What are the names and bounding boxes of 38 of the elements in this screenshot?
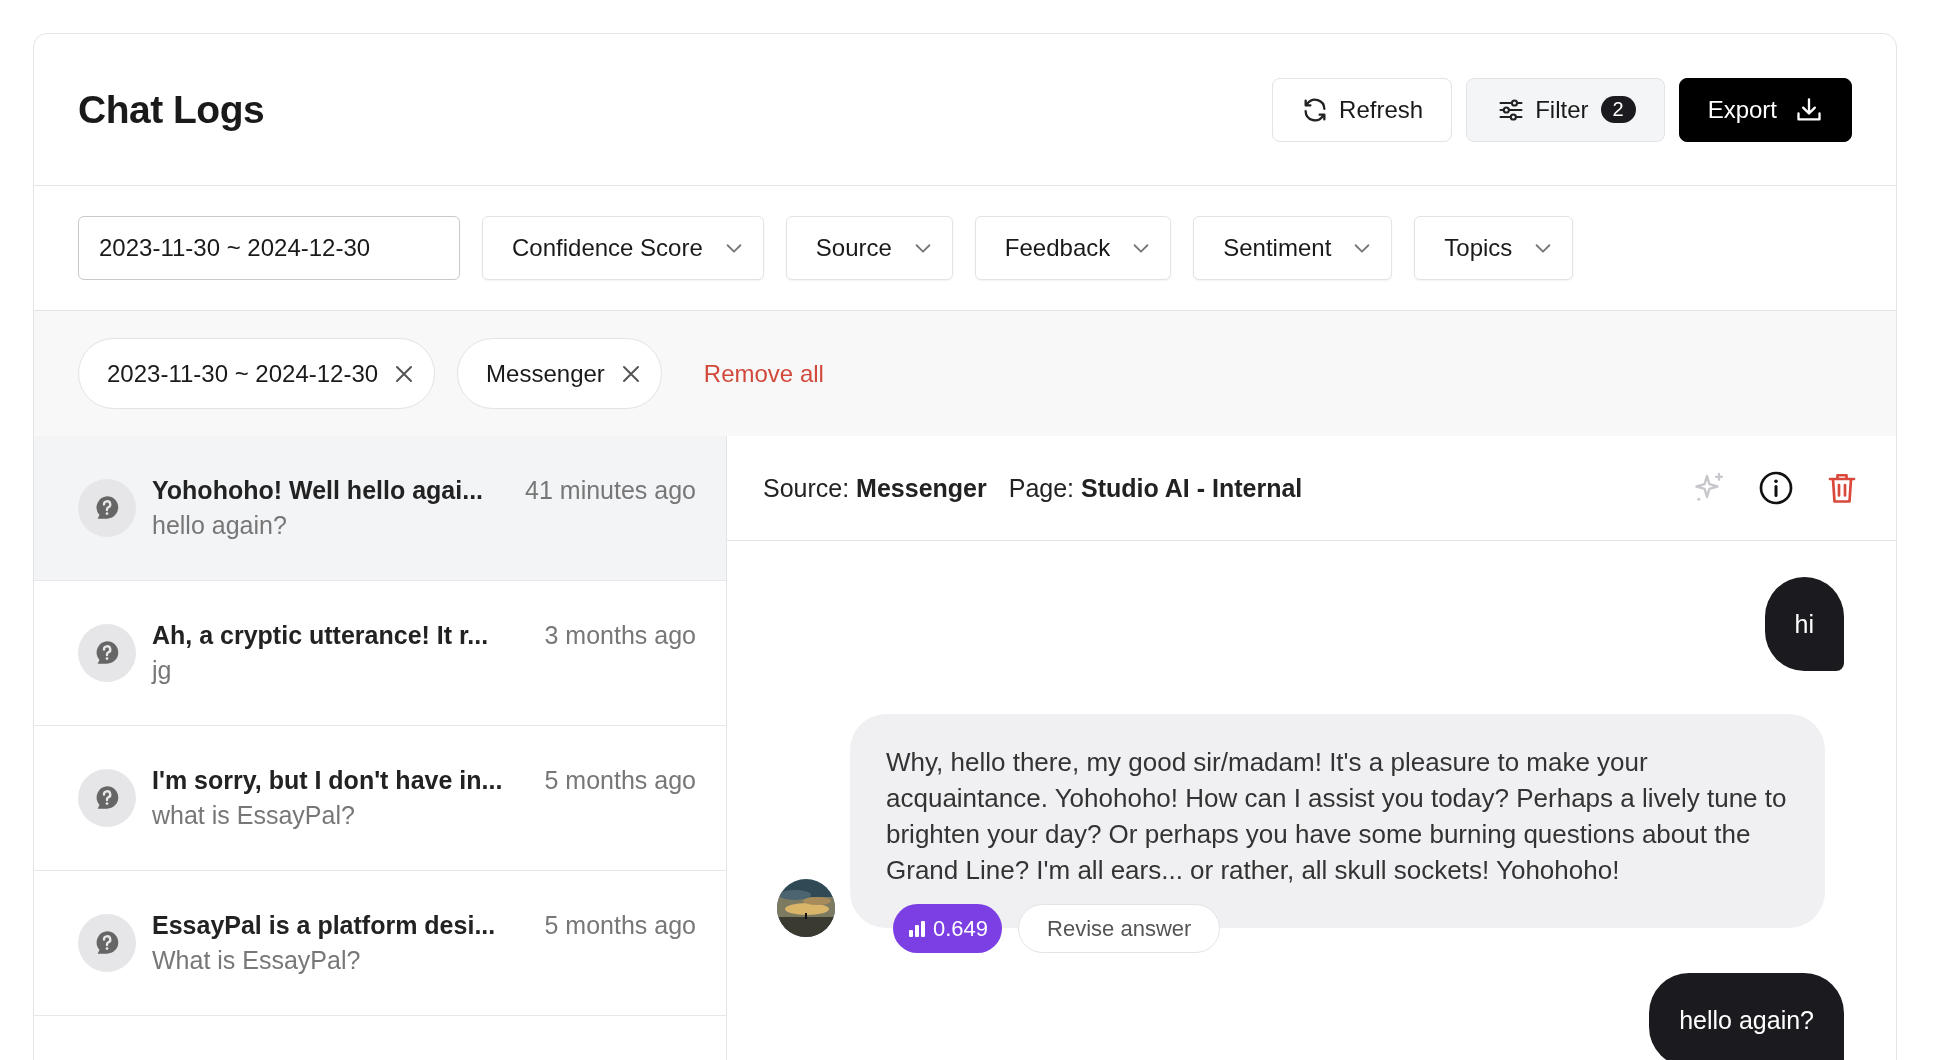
user-message: hello again?: [1649, 973, 1844, 1060]
conversation-item[interactable]: Yohohoho! Well hello agai... 41 minutes ago hello again?: [34, 436, 726, 581]
filter-dropdown[interactable]: Feedback: [974, 216, 1172, 280]
export-button[interactable]: Export: [1678, 77, 1852, 142]
confidence-score-badge: 0.649: [893, 904, 1003, 953]
conversation-title: I'm sorry, but I don't have in...: [152, 766, 503, 795]
conversation-item[interactable]: EssayPal is a platform desi... 5 months ago What is EssayPal?: [34, 871, 726, 1016]
source-label: Source: Messenger: [763, 473, 987, 503]
conversation-item[interactable]: I'm sorry, but I don't have in... 5 months ago what is EssayPal?: [34, 726, 726, 871]
revise-answer-button[interactable]: Revise answer: [1018, 904, 1221, 953]
conversation-preview: hello again?: [152, 511, 288, 540]
conversation-preview: What is EssayPal?: [152, 946, 362, 975]
remove-all-link[interactable]: Remove all: [703, 359, 824, 388]
conversation-item[interactable]: Ah, a cryptic utterance! It r... 3 months ago jg: [34, 581, 726, 726]
conversation-title: Ah, a cryptic utterance! It r...: [152, 621, 489, 650]
chip-label: Messenger: [486, 359, 605, 388]
conversation-time: 5 months ago: [544, 911, 696, 940]
chip-label: 2023-11-30 ~ 2024-12-30: [107, 359, 379, 388]
conversation-title: EssayPal is a platform desi...: [152, 911, 496, 940]
conversation-time: 41 minutes ago: [525, 476, 696, 505]
conversation-title: Yohohoho! Well hello agai...: [152, 476, 484, 505]
filter-dropdown[interactable]: Confidence Score: [482, 216, 764, 280]
conversation-preview: what is EssayPal?: [152, 801, 356, 830]
refresh-button[interactable]: Refresh: [1272, 77, 1453, 142]
conversation-preview: jg: [152, 656, 173, 685]
filter-button[interactable]: Filter 2: [1466, 77, 1665, 142]
info-icon[interactable]: [1758, 470, 1794, 506]
page-label: Page: Studio AI - Internal: [1008, 473, 1303, 503]
date-range-field[interactable]: 2023-11-30 ~ 2024-12-30: [78, 216, 460, 280]
conversation-time: 5 months ago: [544, 766, 696, 795]
page-title: Chat Logs: [78, 87, 265, 132]
filter-dropdown[interactable]: Source: [785, 216, 953, 280]
conversation-time: 3 months ago: [544, 621, 696, 650]
filter-dropdown[interactable]: Sentiment: [1193, 216, 1393, 280]
user-message: hi: [1764, 577, 1844, 671]
download-icon: [1795, 95, 1823, 124]
filter-dropdown[interactable]: Topics: [1414, 216, 1574, 280]
count-badge: 2: [1600, 96, 1636, 123]
